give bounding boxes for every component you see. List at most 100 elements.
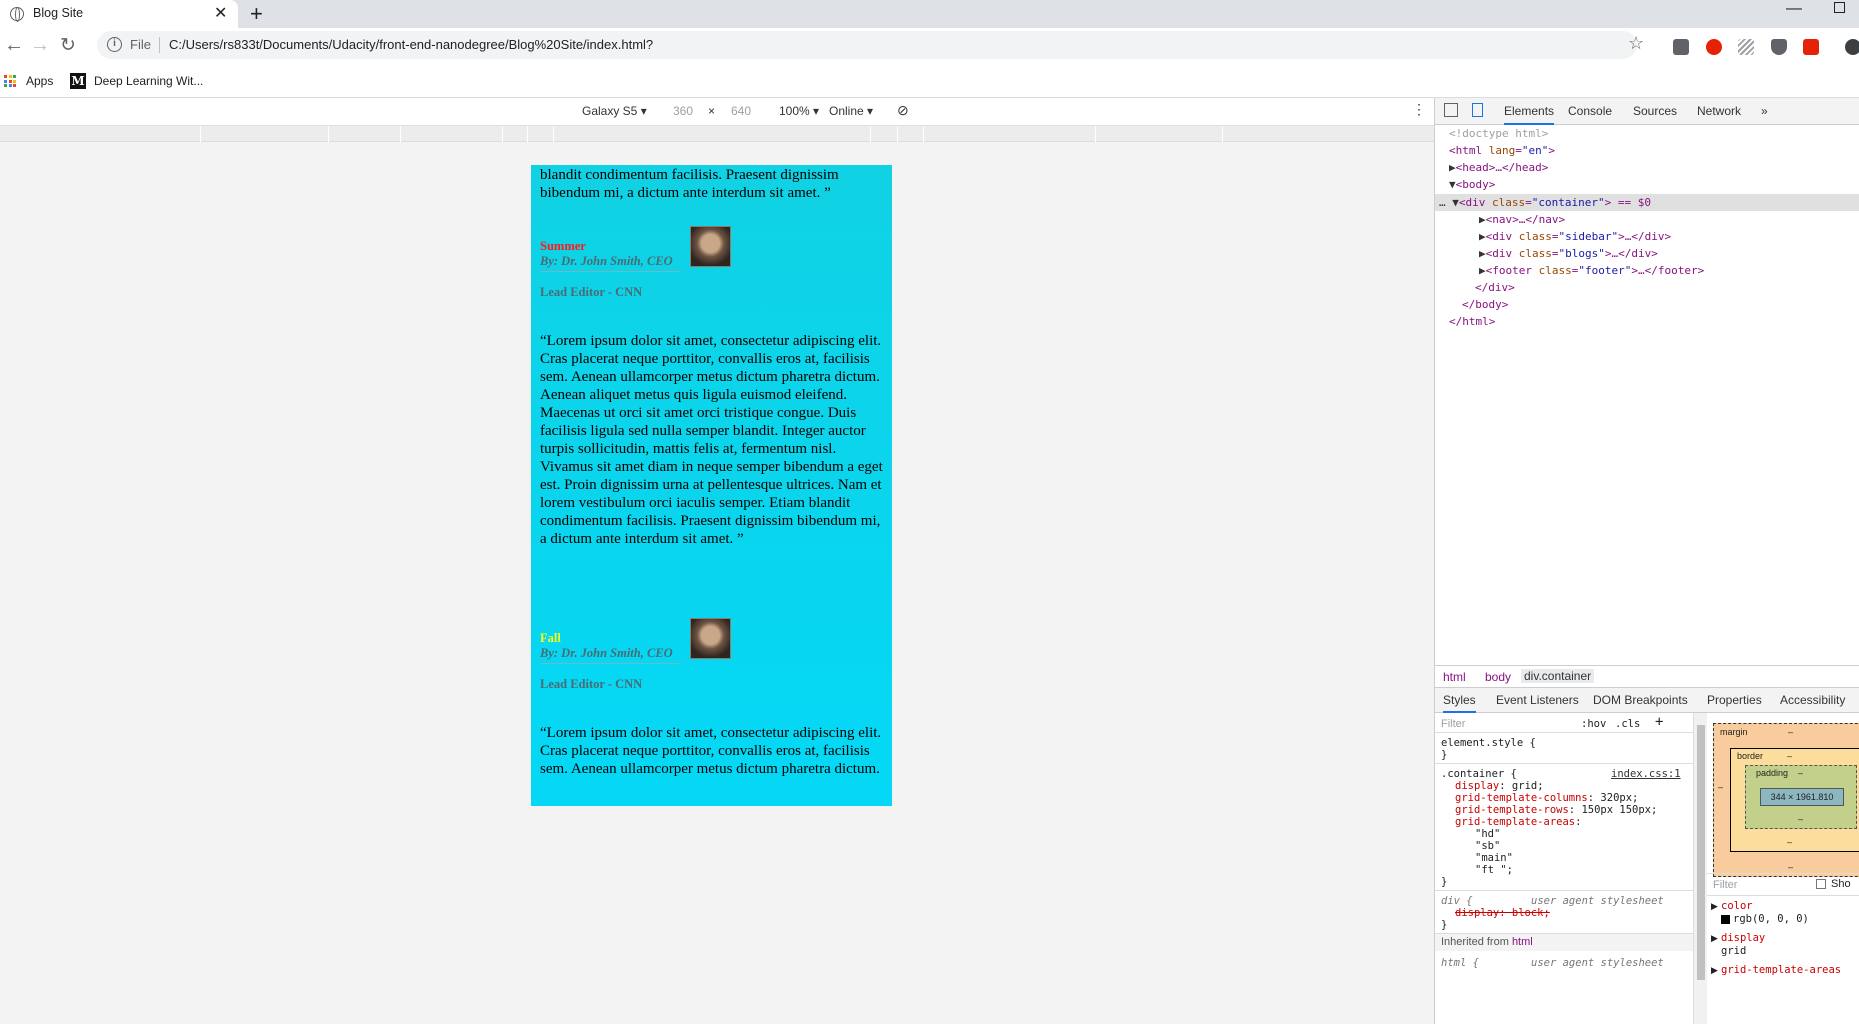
apps-grid-icon[interactable] bbox=[4, 75, 16, 87]
extension-icon[interactable] bbox=[1673, 39, 1689, 55]
rss-extension-icon[interactable] bbox=[1738, 39, 1754, 55]
url-text[interactable]: C:/Users/rs833t/Documents/Udacity/front-… bbox=[169, 37, 653, 52]
scrollbar-thumb[interactable] bbox=[1697, 725, 1705, 980]
margin-value: – bbox=[1788, 727, 1794, 737]
sidebar-node[interactable]: ▶<div class="sidebar">…</div> bbox=[1479, 228, 1671, 245]
post-body: “Lorem ipsum dolor sit amet, consectetur… bbox=[540, 725, 882, 777]
head-node[interactable]: ▶<head>…</head> bbox=[1449, 159, 1548, 176]
expand-arrow-icon[interactable]: ▶ bbox=[1711, 901, 1718, 912]
css-declaration[interactable]: grid-template-columns: 320px; bbox=[1455, 792, 1638, 804]
css-declaration[interactable]: grid-template-rows: 150px 150px; bbox=[1455, 804, 1657, 816]
new-tab-button[interactable]: + bbox=[250, 1, 263, 27]
profile-avatar-icon[interactable] bbox=[1845, 39, 1859, 55]
media-query-ruler[interactable] bbox=[0, 126, 1434, 142]
tab-accessibility[interactable]: Accessibility bbox=[1780, 693, 1845, 707]
device-height-input[interactable]: 640 bbox=[731, 104, 751, 118]
computed-prop-value: grid bbox=[1721, 945, 1747, 957]
more-tabs-button[interactable]: » bbox=[1761, 104, 1768, 118]
bookmark-apps[interactable]: Apps bbox=[26, 74, 53, 88]
box-model-padding[interactable]: padding – – 344 × 1961.810 bbox=[1745, 765, 1857, 829]
browser-tab[interactable]: Blog Site ✕ bbox=[0, 0, 238, 28]
show-all-checkbox[interactable] bbox=[1816, 879, 1826, 889]
bookmark-deep-learning[interactable]: Deep Learning Wit... bbox=[94, 74, 203, 88]
computed-prop-name[interactable]: display bbox=[1721, 932, 1765, 944]
css-declaration[interactable]: display: grid; bbox=[1455, 780, 1544, 792]
author-avatar bbox=[690, 226, 731, 267]
color-swatch[interactable] bbox=[1721, 915, 1730, 924]
html-rule-selector[interactable]: html { bbox=[1441, 957, 1479, 969]
styles-filter-input[interactable]: Filter bbox=[1441, 718, 1465, 730]
more-options-icon[interactable]: ⋮ bbox=[1412, 101, 1426, 118]
expand-arrow-icon[interactable]: ▶ bbox=[1711, 965, 1718, 976]
opera-extension-icon[interactable] bbox=[1706, 39, 1722, 55]
box-model-border[interactable]: border – – padding – – 344 × 1961.810 bbox=[1730, 748, 1859, 852]
border-value: – bbox=[1787, 751, 1793, 761]
doctype-node[interactable]: <!doctype html> bbox=[1449, 125, 1548, 142]
div-close-node[interactable]: </div> bbox=[1475, 279, 1515, 296]
overridden-declaration[interactable]: display: block; bbox=[1455, 907, 1550, 919]
add-rule-button[interactable]: + bbox=[1655, 715, 1663, 729]
tab-network[interactable]: Network bbox=[1697, 104, 1741, 118]
box-model-margin[interactable]: margin – – – border – – padding – – 344 … bbox=[1713, 723, 1859, 877]
computed-filter-input[interactable]: Filter bbox=[1713, 879, 1737, 891]
maximize-button[interactable] bbox=[1834, 2, 1845, 13]
css-declaration[interactable]: grid-template-areas: bbox=[1455, 816, 1581, 828]
rotate-icon[interactable]: ⊘ bbox=[897, 102, 909, 119]
hover-state-toggle[interactable]: :hov bbox=[1581, 718, 1606, 730]
inspect-element-icon[interactable] bbox=[1444, 103, 1458, 117]
padding-label: padding bbox=[1756, 768, 1789, 778]
tab-console[interactable]: Console bbox=[1568, 104, 1612, 118]
nav-node[interactable]: ▶<nav>…</nav> bbox=[1479, 211, 1565, 228]
margin-value: – bbox=[1718, 782, 1724, 792]
styles-scrollbar[interactable] bbox=[1693, 713, 1707, 1024]
body-close-node[interactable]: </body> bbox=[1462, 296, 1508, 313]
container-node[interactable]: … ▼<div class="container"> == $0 bbox=[1439, 194, 1651, 211]
divider bbox=[1435, 763, 1693, 764]
red-extension-icon[interactable] bbox=[1803, 39, 1819, 55]
tab-dom-breakpoints[interactable]: DOM Breakpoints bbox=[1593, 693, 1688, 707]
divider bbox=[540, 663, 681, 664]
file-label: File bbox=[130, 37, 151, 52]
tab-styles[interactable]: Styles bbox=[1443, 693, 1476, 713]
css-source-link[interactable]: index.css:1 bbox=[1611, 768, 1681, 780]
device-select[interactable]: Galaxy S5 ▾ bbox=[582, 104, 647, 118]
device-toggle-icon[interactable] bbox=[1472, 103, 1483, 117]
breadcrumb-html[interactable]: html bbox=[1443, 670, 1466, 684]
divider bbox=[1435, 890, 1693, 891]
tab-elements[interactable]: Elements bbox=[1504, 104, 1555, 125]
box-model-content[interactable]: 344 × 1961.810 bbox=[1760, 788, 1844, 806]
close-tab-icon[interactable]: ✕ bbox=[214, 3, 227, 23]
minimize-button[interactable]: — bbox=[1786, 0, 1802, 18]
bookmark-star-icon[interactable]: ☆ bbox=[1628, 33, 1644, 54]
reload-icon[interactable]: ↻ bbox=[60, 34, 76, 57]
element-style-rule[interactable]: element.style { bbox=[1441, 737, 1536, 749]
zoom-select[interactable]: 100% ▾ bbox=[779, 104, 819, 118]
container-rule-selector[interactable]: .container { bbox=[1441, 768, 1517, 780]
tab-sources[interactable]: Sources bbox=[1633, 104, 1677, 118]
tab-properties[interactable]: Properties bbox=[1707, 693, 1762, 707]
globe-icon bbox=[10, 7, 24, 22]
forward-arrow-icon[interactable]: → bbox=[30, 34, 50, 57]
puzzle-extension-icon[interactable] bbox=[1771, 39, 1787, 55]
expand-arrow-icon[interactable]: ▶ bbox=[1711, 933, 1718, 944]
footer-node[interactable]: ▶<footer class="footer">…</footer> bbox=[1479, 262, 1704, 279]
network-throttle-select[interactable]: Online ▾ bbox=[829, 104, 873, 118]
back-arrow-icon[interactable]: ← bbox=[4, 34, 24, 57]
border-label: border bbox=[1737, 751, 1764, 761]
html-close-node[interactable]: </html> bbox=[1449, 313, 1495, 330]
computed-prop-name[interactable]: color bbox=[1721, 900, 1753, 912]
breadcrumb-body[interactable]: body bbox=[1485, 670, 1511, 684]
class-toggle[interactable]: .cls bbox=[1615, 718, 1640, 730]
html-node[interactable]: <html lang="en"> bbox=[1449, 142, 1555, 159]
tab-event-listeners[interactable]: Event Listeners bbox=[1496, 693, 1579, 707]
body-node[interactable]: ▼<body> bbox=[1449, 176, 1495, 193]
styles-pane: Filter :hov .cls + element.style { } .co… bbox=[1435, 713, 1693, 1024]
device-width-input[interactable]: 360 bbox=[673, 104, 693, 118]
breadcrumb-div-container[interactable]: div.container bbox=[1521, 669, 1595, 683]
blogs-node[interactable]: ▶<div class="blogs">…</div> bbox=[1479, 245, 1658, 262]
info-icon[interactable]: i bbox=[107, 37, 122, 52]
address-bar[interactable]: i File C:/Users/rs833t/Documents/Udacity… bbox=[97, 31, 1644, 59]
computed-prop-name[interactable]: grid-template-areas bbox=[1721, 964, 1841, 976]
div-rule-selector[interactable]: div { bbox=[1441, 895, 1473, 907]
author-avatar bbox=[690, 618, 731, 659]
